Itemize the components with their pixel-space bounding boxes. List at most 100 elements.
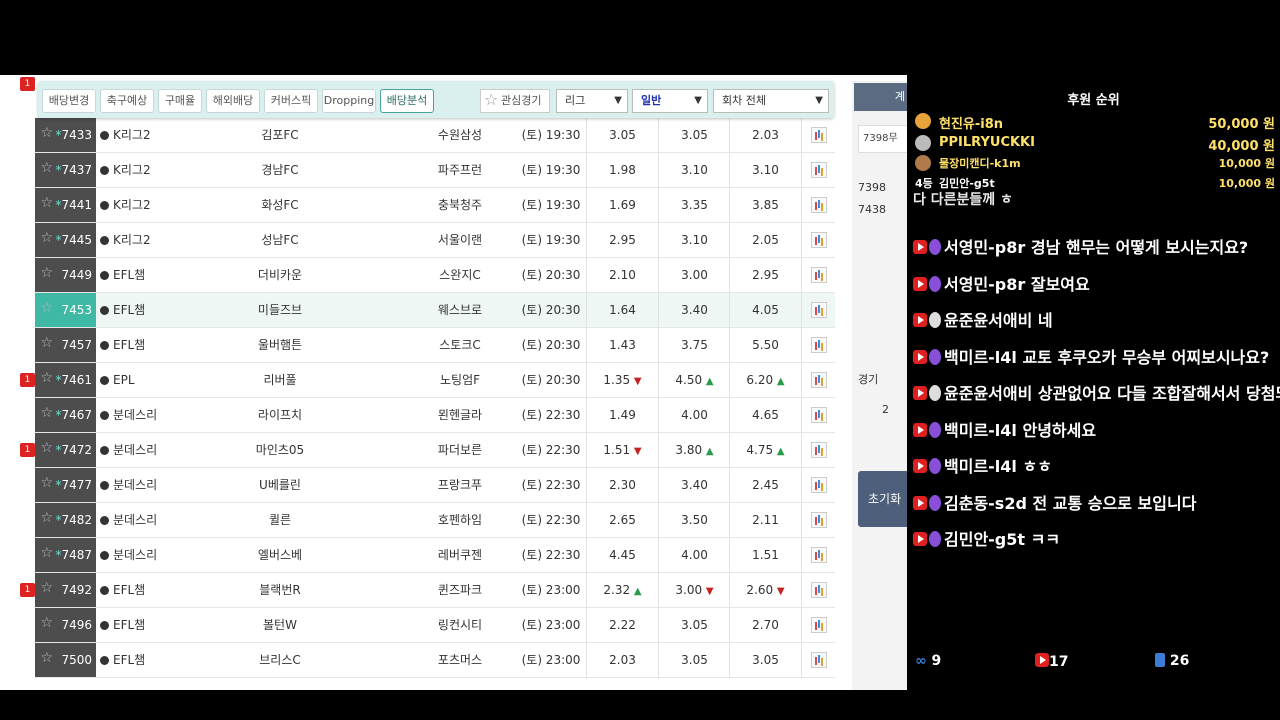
odds-l[interactable]: 2.11 [729, 503, 801, 537]
chart-button[interactable] [801, 433, 835, 467]
chart-button[interactable] [801, 188, 835, 222]
chart-button[interactable] [801, 643, 835, 677]
odds-d[interactable]: 3.10 [658, 153, 730, 187]
soccer-prediction-button[interactable]: 축구예상 [100, 89, 154, 113]
star-icon[interactable]: ☆ [39, 266, 53, 280]
odds-d[interactable]: 3.00 ▼ [658, 573, 730, 607]
odds-change-button[interactable]: 배당변경 [42, 89, 96, 113]
table-row[interactable]: ☆ *7441 K리그2 화성FC 충북청주 (토) 19:30 1.69 3.35 3.85 [35, 188, 835, 223]
odds-w[interactable]: 1.49 [586, 398, 658, 432]
odds-d[interactable]: 4.00 [658, 538, 730, 572]
star-icon[interactable]: ☆ [39, 441, 53, 455]
match-number[interactable]: ☆ *7472 [35, 433, 96, 467]
league-select[interactable]: 리그 ▼ [556, 89, 628, 113]
match-number[interactable]: ☆ *7445 [35, 223, 96, 257]
odds-l[interactable]: 2.05 [729, 223, 801, 257]
star-icon[interactable]: ☆ [39, 511, 53, 525]
odds-w[interactable]: 1.64 [586, 293, 658, 327]
type-select[interactable]: 일반 ▼ [632, 89, 708, 113]
odds-d[interactable]: 3.35 [658, 188, 730, 222]
chart-button[interactable] [801, 503, 835, 537]
reset-button[interactable]: 초기화 [858, 471, 912, 527]
table-row[interactable]: ☆ *7445 K리그2 성남FC 서울이랜 (토) 19:30 2.95 3.10 2.05 [35, 223, 835, 258]
star-icon[interactable]: ☆ [39, 581, 53, 595]
chart-button[interactable] [801, 223, 835, 257]
odds-w[interactable]: 4.45 [586, 538, 658, 572]
cover-pick-button[interactable]: 커버스픽 [264, 89, 318, 113]
star-icon[interactable]: ☆ [39, 126, 53, 140]
chart-button[interactable] [801, 153, 835, 187]
star-icon[interactable]: ☆ [39, 616, 53, 630]
table-row[interactable]: ☆ *7482 분데스리 퀼른 호펜하임 (토) 22:30 2.65 3.50 2.11 [35, 503, 835, 538]
odds-d[interactable]: 3.05 [658, 118, 730, 152]
match-number[interactable]: ☆ *7467 [35, 398, 96, 432]
chart-button[interactable] [801, 468, 835, 502]
table-row[interactable]: ☆ *7477 분데스리 U베를린 프랑크푸 (토) 22:30 2.30 3.40 2.45 [35, 468, 835, 503]
star-icon[interactable]: ☆ [39, 336, 53, 350]
odds-l[interactable]: 3.05 [729, 643, 801, 677]
star-icon[interactable]: ☆ [39, 651, 53, 665]
odds-w[interactable]: 1.43 [586, 328, 658, 362]
odds-l[interactable]: 2.70 [729, 608, 801, 642]
odds-d[interactable]: 4.00 [658, 398, 730, 432]
star-icon[interactable]: ☆ [39, 476, 53, 490]
odds-d[interactable]: 3.75 [658, 328, 730, 362]
match-number[interactable]: ☆ 7492 [35, 573, 96, 607]
chart-button[interactable] [801, 363, 835, 397]
match-number[interactable]: ☆ 7449 [35, 258, 96, 292]
odds-w[interactable]: 2.10 [586, 258, 658, 292]
odds-l[interactable]: 2.60 ▼ [729, 573, 801, 607]
round-select[interactable]: 회차 전체 ▼ [713, 89, 829, 113]
star-icon[interactable]: ☆ [39, 371, 53, 385]
odds-l[interactable]: 1.51 [729, 538, 801, 572]
table-row[interactable]: ☆ 7492 EFL챔 블랙번R 퀸즈파크 (토) 23:00 2.32 ▲ 3.00 ▼ 2.… [35, 573, 835, 608]
overseas-odds-button[interactable]: 해외배당 [206, 89, 260, 113]
match-number[interactable]: ☆ 7500 [35, 643, 96, 677]
odds-w[interactable]: 1.51 ▼ [586, 433, 658, 467]
odds-w[interactable]: 2.30 [586, 468, 658, 502]
star-icon[interactable]: ☆ [39, 196, 53, 210]
chart-button[interactable] [801, 608, 835, 642]
odds-d[interactable]: 3.05 [658, 608, 730, 642]
odds-w[interactable]: 2.32 ▲ [586, 573, 658, 607]
odds-l[interactable]: 6.20 ▲ [729, 363, 801, 397]
chart-button[interactable] [801, 118, 835, 152]
odds-l[interactable]: 4.65 [729, 398, 801, 432]
chart-button[interactable] [801, 538, 835, 572]
table-row[interactable]: ☆ 7453 EFL챔 미들즈브 웨스브로 (토) 20:30 1.64 3.40 4.05 [35, 293, 835, 328]
chart-button[interactable] [801, 258, 835, 292]
table-row[interactable]: ☆ *7437 K리그2 경남FC 파주프런 (토) 19:30 1.98 3.10 3.10 [35, 153, 835, 188]
match-number[interactable]: ☆ *7482 [35, 503, 96, 537]
match-number[interactable]: ☆ *7437 [35, 153, 96, 187]
odds-l[interactable]: 4.05 [729, 293, 801, 327]
odds-d[interactable]: 3.80 ▲ [658, 433, 730, 467]
match-number[interactable]: ☆ *7461 [35, 363, 96, 397]
odds-l[interactable]: 3.10 [729, 153, 801, 187]
chart-button[interactable] [801, 573, 835, 607]
favorite-games-button[interactable]: ☆ 관심경기 [480, 89, 550, 113]
table-row[interactable]: ☆ *7461 EPL 리버풀 노팅엄F (토) 20:30 1.35 ▼ 4.50 ▲ 6.2… [35, 363, 835, 398]
odds-d[interactable]: 3.40 [658, 468, 730, 502]
star-icon[interactable]: ☆ [39, 231, 53, 245]
table-row[interactable]: ☆ *7467 분데스리 라이프치 묀헨글라 (토) 22:30 1.49 4.00 4.65 [35, 398, 835, 433]
table-row[interactable]: ☆ 7457 EFL챔 울버햄튼 스토크C (토) 20:30 1.43 3.75 5.50 [35, 328, 835, 363]
odds-d[interactable]: 4.50 ▲ [658, 363, 730, 397]
table-row[interactable]: ☆ *7433 K리그2 김포FC 수원삼성 (토) 19:30 3.05 3.05 2.03 [35, 118, 835, 153]
match-number[interactable]: ☆ 7457 [35, 328, 96, 362]
match-number[interactable]: ☆ *7433 [35, 118, 96, 152]
table-row[interactable]: ☆ *7487 분데스리 엘버스베 레버쿠젠 (토) 22:30 4.45 4.00 1.51 [35, 538, 835, 573]
chart-button[interactable] [801, 293, 835, 327]
odds-l[interactable]: 2.45 [729, 468, 801, 502]
odds-w[interactable]: 1.98 [586, 153, 658, 187]
table-row[interactable]: ☆ *7472 분데스리 마인츠05 파더보른 (토) 22:30 1.51 ▼ 3.80 ▲… [35, 433, 835, 468]
dropping-button[interactable]: Dropping [322, 89, 376, 113]
match-number[interactable]: ☆ *7487 [35, 538, 96, 572]
table-row[interactable]: ☆ 7449 EFL챔 더비카운 스완지C (토) 20:30 2.10 3.00 2.95 [35, 258, 835, 293]
odds-l[interactable]: 5.50 [729, 328, 801, 362]
odds-w[interactable]: 2.22 [586, 608, 658, 642]
odds-d[interactable]: 3.50 [658, 503, 730, 537]
odds-d[interactable]: 3.10 [658, 223, 730, 257]
odds-d[interactable]: 3.00 [658, 258, 730, 292]
odds-d[interactable]: 3.05 [658, 643, 730, 677]
odds-w[interactable]: 2.95 [586, 223, 658, 257]
